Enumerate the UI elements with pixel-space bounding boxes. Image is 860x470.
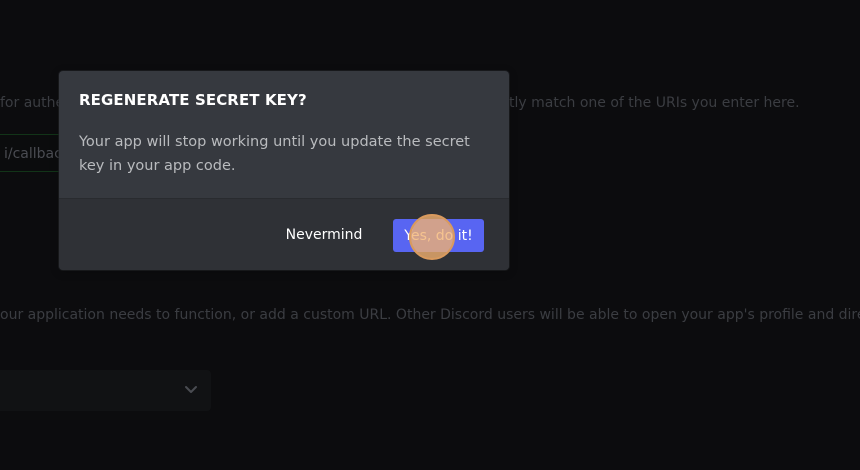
modal-title: REGENERATE SECRET KEY? bbox=[79, 91, 307, 109]
redirect-url-input[interactable]: i/callbac bbox=[0, 134, 68, 172]
regenerate-secret-modal: REGENERATE SECRET KEY? Your app will sto… bbox=[59, 71, 509, 270]
install-help-text: our application needs to function, or ad… bbox=[0, 307, 860, 323]
chevron-down-icon bbox=[185, 386, 197, 393]
install-link-select[interactable] bbox=[0, 370, 211, 411]
developer-portal-page: for authen tly match one of the URIs you… bbox=[0, 0, 860, 470]
confirm-regenerate-button[interactable]: Yes, do it! bbox=[393, 219, 484, 252]
redirect-help-text-continued: tly match one of the URIs you enter here… bbox=[509, 95, 800, 111]
modal-footer: Nevermind Yes, do it! bbox=[59, 198, 509, 270]
nevermind-button[interactable]: Nevermind bbox=[274, 219, 374, 251]
modal-body-text: Your app will stop working until you upd… bbox=[79, 134, 470, 174]
